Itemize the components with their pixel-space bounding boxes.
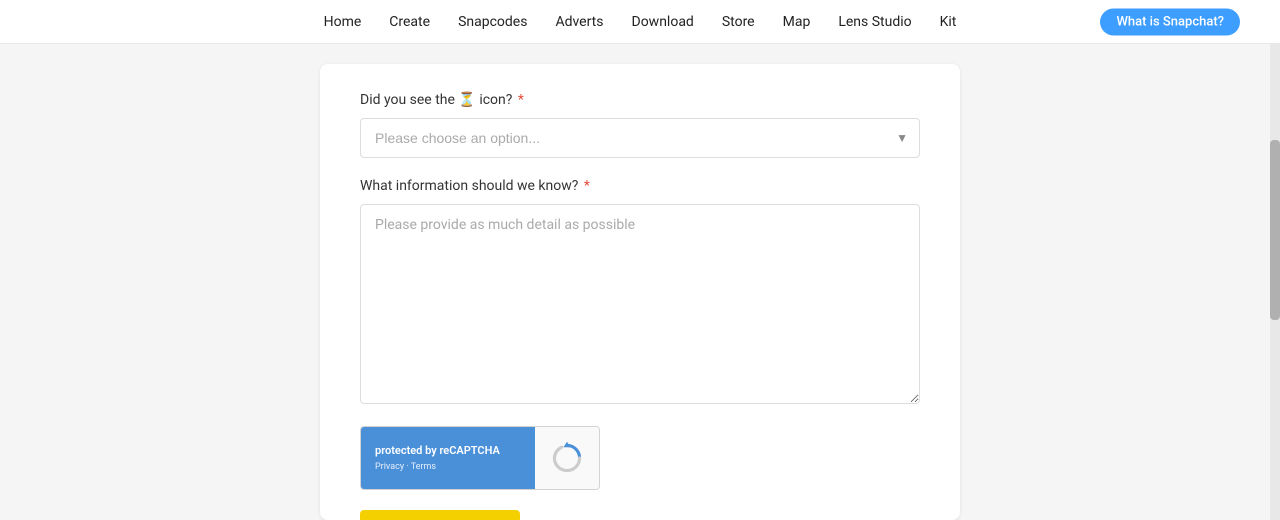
nav-lens-studio[interactable]: Lens Studio (838, 14, 911, 30)
what-is-snapchat-button[interactable]: What is Snapchat? (1100, 8, 1240, 35)
nav-download[interactable]: Download (632, 14, 694, 30)
navbar: Home Create Snapcodes Adverts Download S… (0, 0, 1280, 44)
scrollbar-thumb[interactable] (1270, 140, 1280, 320)
required-marker-1: * (518, 92, 524, 108)
nav-home[interactable]: Home (324, 14, 362, 30)
recaptcha-right-panel (535, 427, 599, 489)
nav-kit[interactable]: Kit (940, 14, 957, 30)
question1-label: Did you see the ⏳ icon? * (360, 92, 920, 108)
recaptcha-spinner-icon (549, 440, 585, 476)
form-card: Did you see the ⏳ icon? * Please choose … (320, 64, 960, 520)
recaptcha-brand-inline: reCAPTCHA (439, 444, 499, 457)
send-button[interactable]: SEND (360, 510, 520, 520)
recaptcha-terms-link[interactable]: Terms (411, 462, 436, 472)
nav-store[interactable]: Store (722, 14, 755, 30)
recaptcha-widget[interactable]: protected by reCAPTCHA Privacy · Terms (360, 426, 600, 490)
required-marker-2: * (584, 178, 590, 194)
recaptcha-privacy-link[interactable]: Privacy (375, 462, 404, 472)
scrollbar[interactable] (1270, 0, 1280, 520)
detail-textarea[interactable] (360, 204, 920, 404)
nav-snapcodes[interactable]: Snapcodes (458, 14, 527, 30)
select-wrapper: Please choose an option... ▼ (360, 118, 920, 158)
question2-label: What information should we know? * (360, 178, 920, 194)
nav-adverts[interactable]: Adverts (555, 14, 603, 30)
option-select[interactable]: Please choose an option... (360, 118, 920, 158)
hourglass-icon: ⏳ (458, 92, 479, 108)
nav-links: Home Create Snapcodes Adverts Download S… (324, 14, 957, 30)
recaptcha-left-panel: protected by reCAPTCHA Privacy · Terms (361, 427, 535, 489)
nav-create[interactable]: Create (389, 14, 430, 30)
recaptcha-links: Privacy · Terms (375, 462, 521, 472)
recaptcha-protected-text: protected by reCAPTCHA (375, 444, 521, 457)
nav-map[interactable]: Map (783, 14, 811, 30)
main-content: Did you see the ⏳ icon? * Please choose … (0, 44, 1280, 520)
